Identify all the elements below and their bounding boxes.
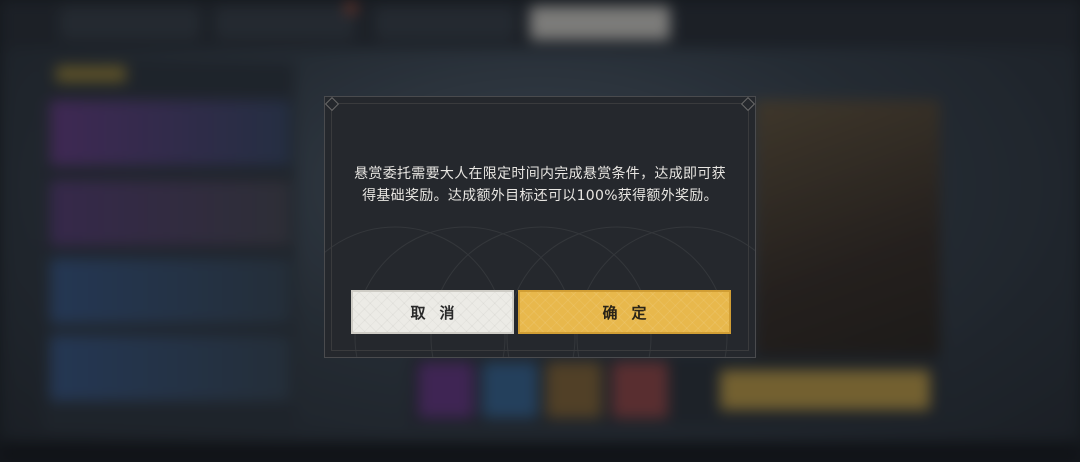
confirm-button[interactable]: 确定: [518, 290, 731, 334]
cancel-button-label: 取消: [410, 303, 469, 322]
confirm-button-label: 确定: [602, 303, 661, 322]
game-screen: 悬赏委托需要大人在限定时间内完成悬赏条件，达成即可获 得基础奖励。达成额外目标还…: [0, 0, 1080, 462]
cancel-button[interactable]: 取消: [351, 290, 514, 334]
corner-ornament: [325, 97, 340, 112]
message-line: 悬赏委托需要大人在限定时间内完成悬赏条件，达成即可获: [354, 166, 726, 182]
dialog-message: 悬赏委托需要大人在限定时间内完成悬赏条件，达成即可获 得基础奖励。达成额外目标还…: [345, 163, 735, 207]
bounty-info-dialog: 悬赏委托需要大人在限定时间内完成悬赏条件，达成即可获 得基础奖励。达成额外目标还…: [324, 96, 756, 358]
message-line: 得基础奖励。达成额外目标还可以100%获得额外奖励。: [362, 188, 718, 204]
corner-ornament: [740, 97, 755, 112]
